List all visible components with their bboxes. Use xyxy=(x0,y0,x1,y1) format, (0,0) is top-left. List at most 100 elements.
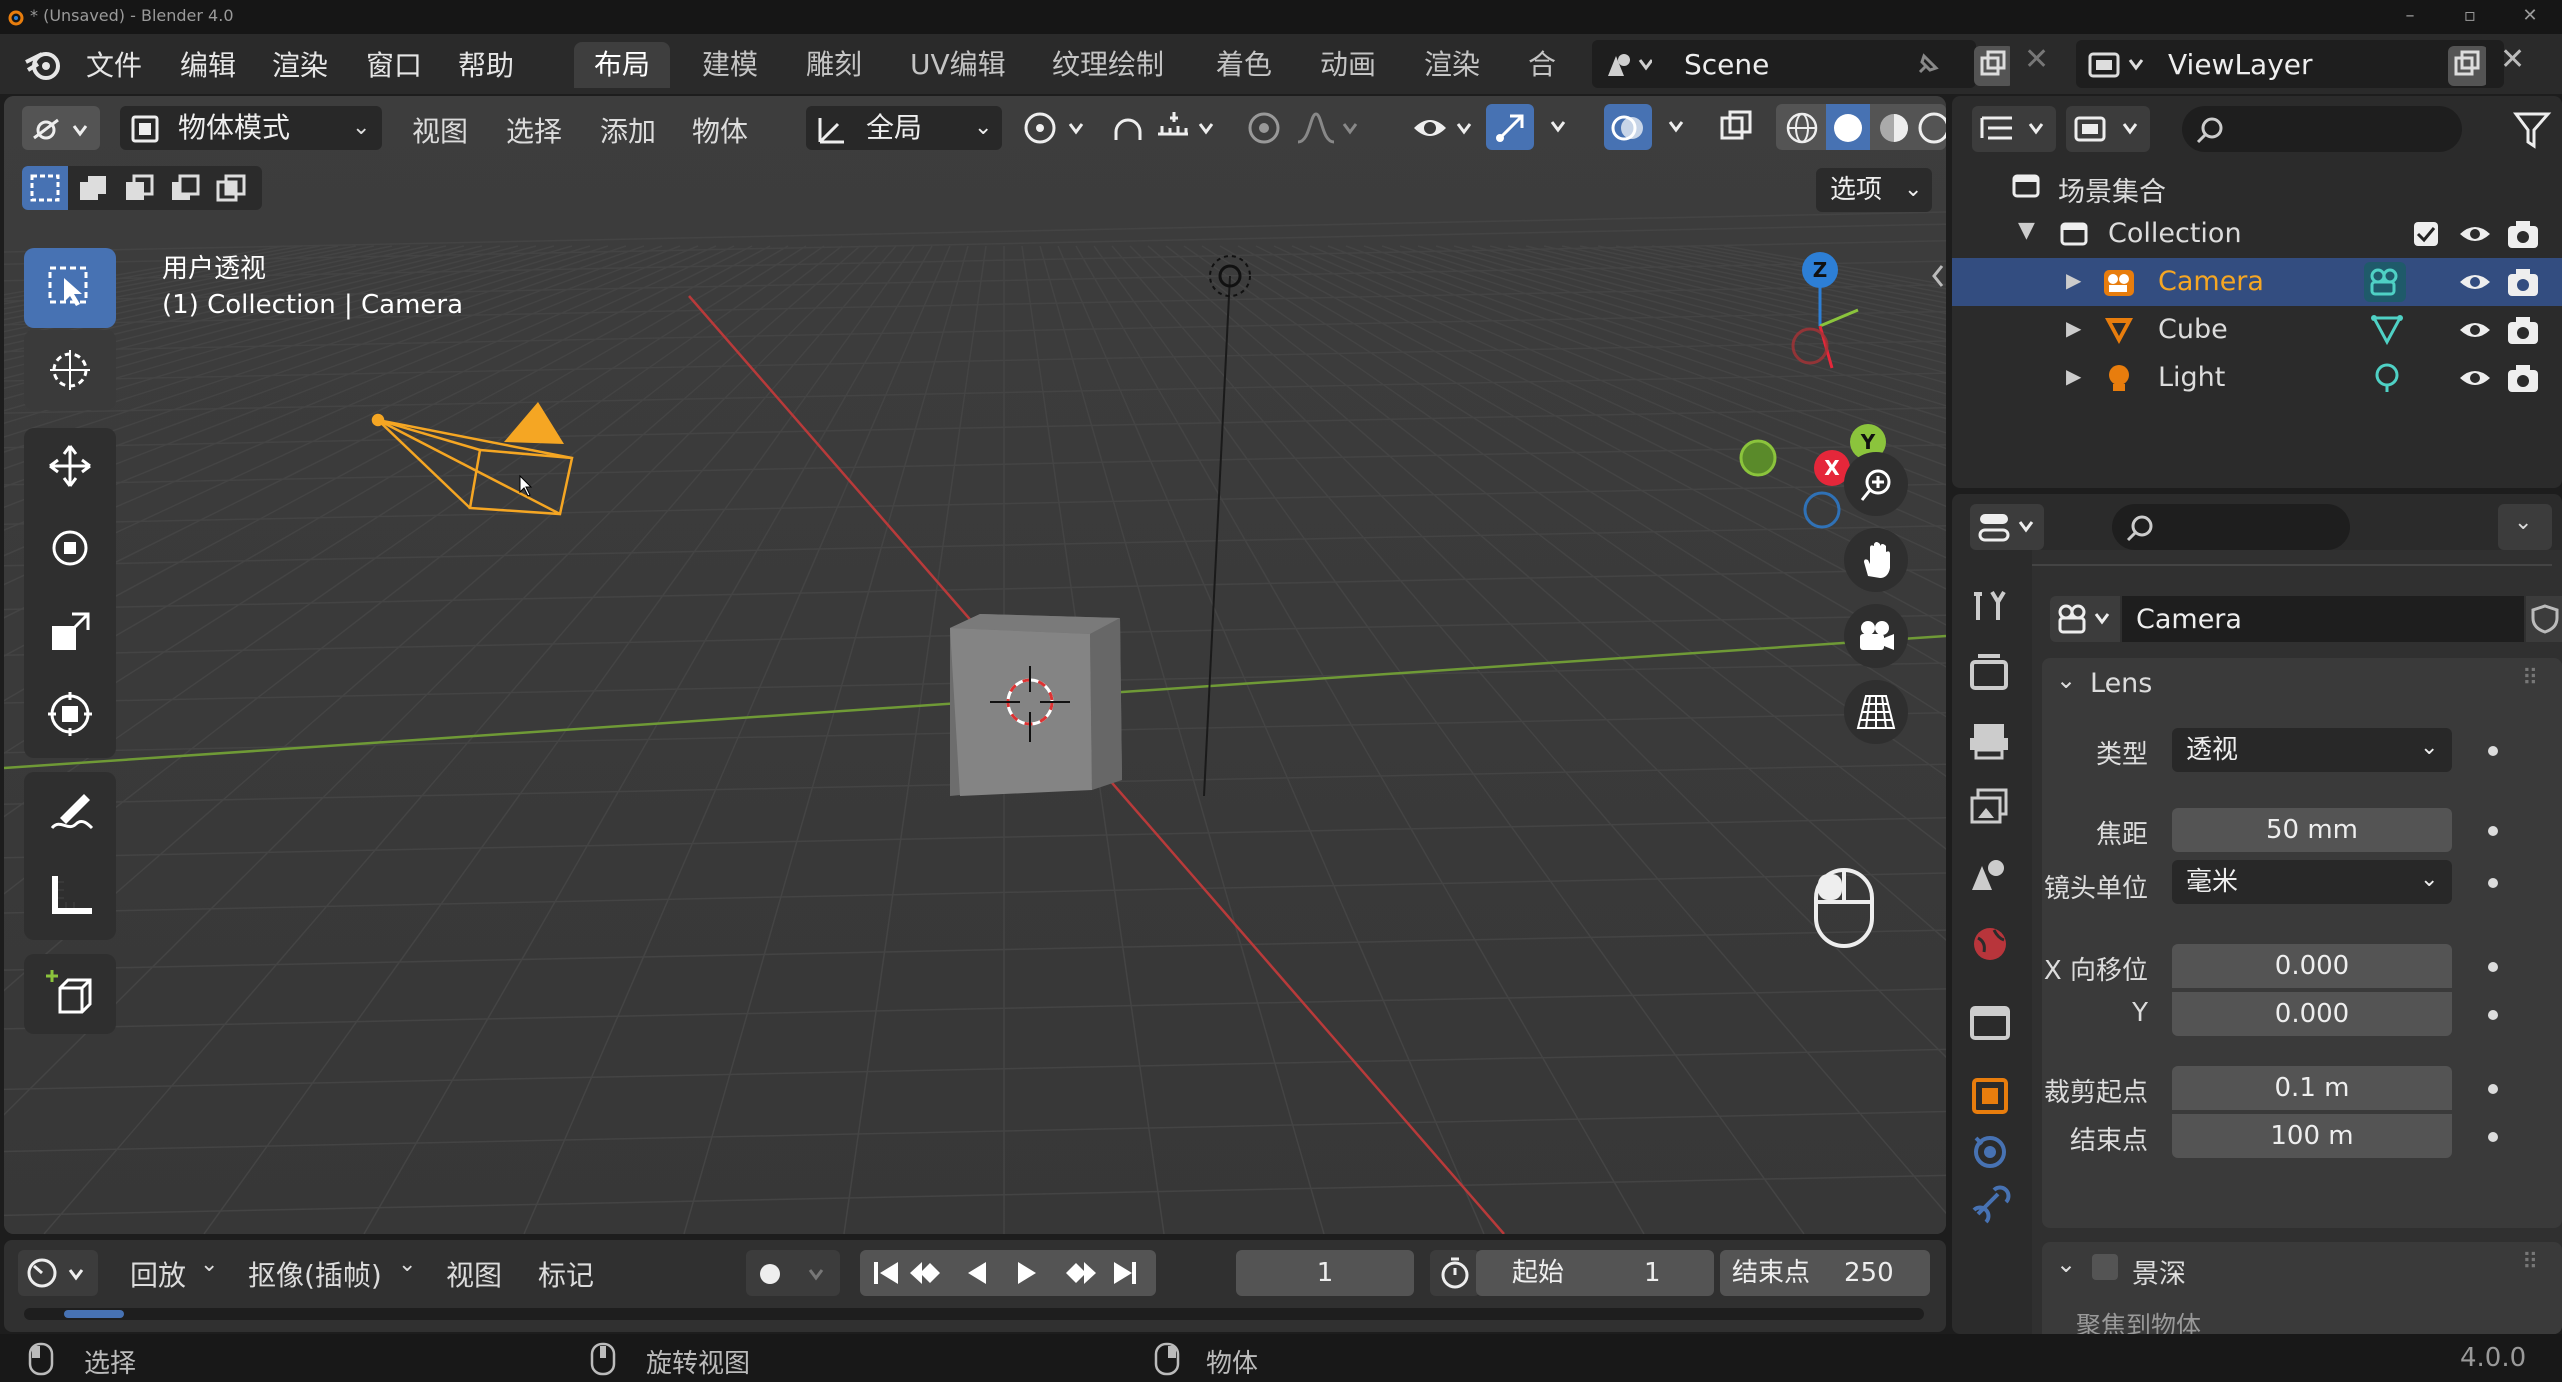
tool-tab-icon[interactable] xyxy=(1964,580,2016,632)
editor-type-button[interactable] xyxy=(22,106,100,150)
animate-property-dot[interactable] xyxy=(2488,826,2498,836)
prev-keyframe-icon[interactable] xyxy=(910,1262,940,1284)
output-tab-icon[interactable] xyxy=(1964,716,2016,768)
scene-tab-icon[interactable] xyxy=(1964,850,2016,902)
next-keyframe-icon[interactable] xyxy=(1066,1262,1096,1284)
timeline-scrubber[interactable] xyxy=(24,1308,1924,1320)
lens-panel-header[interactable]: ⌄ Lens ⠿ xyxy=(2042,658,2562,710)
cube-object[interactable] xyxy=(950,614,1122,796)
shift-x-field[interactable]: 0.000 xyxy=(2172,944,2452,988)
eye-icon[interactable] xyxy=(2458,364,2492,392)
close-window-button[interactable]: ✕ xyxy=(2510,2,2550,30)
shift-y-field[interactable]: 0.000 xyxy=(2172,992,2452,1036)
move-icon[interactable] xyxy=(46,442,94,490)
minimize-button[interactable]: – xyxy=(2390,2,2430,30)
drag-handle-icon[interactable]: ⠿ xyxy=(2522,666,2538,691)
orientation-dropdown[interactable]: 全局 ⌄ xyxy=(806,106,1002,150)
expand-arrow-icon[interactable]: ▶ xyxy=(2066,268,2081,292)
properties-search-input[interactable] xyxy=(2112,504,2350,550)
menu-window[interactable]: 窗口 xyxy=(366,44,422,84)
transform-icon[interactable] xyxy=(46,690,94,738)
view-layer-tab-icon[interactable] xyxy=(1964,782,2016,834)
pivot-point-icon[interactable] xyxy=(1020,108,1090,148)
expand-arrow-icon[interactable]: ▶ xyxy=(2066,316,2081,340)
outliner-row-camera[interactable]: ▶ Camera xyxy=(1952,258,2562,306)
animate-property-dot[interactable] xyxy=(2488,1010,2498,1020)
timeline-editor-type-button[interactable] xyxy=(18,1250,98,1296)
menu-select[interactable]: 选择 xyxy=(506,110,562,150)
mode-dropdown[interactable]: 物体模式 ⌄ xyxy=(120,106,382,150)
menu-file[interactable]: 文件 xyxy=(86,44,142,84)
menu-marker[interactable]: 标记 xyxy=(538,1254,594,1294)
select-box-tool[interactable] xyxy=(24,248,116,328)
drag-handle-icon[interactable]: ⠿ xyxy=(2522,1250,2538,1275)
menu-help[interactable]: 帮助 xyxy=(458,44,514,84)
light-data-icon[interactable] xyxy=(2370,362,2404,394)
physics-tab-icon[interactable] xyxy=(1964,1126,2016,1178)
menu-timeline-view[interactable]: 视图 xyxy=(446,1254,502,1294)
animate-property-dot[interactable] xyxy=(2488,962,2498,972)
camera-render-icon[interactable] xyxy=(2506,314,2540,346)
animate-property-dot[interactable] xyxy=(2488,746,2498,756)
lens-unit-dropdown[interactable]: 毫米 ⌄ xyxy=(2172,860,2452,904)
play-reverse-icon[interactable] xyxy=(968,1262,986,1284)
tab-modeling[interactable]: 建模 xyxy=(682,42,778,88)
zoom-button[interactable] xyxy=(1844,452,1908,516)
perspective-toggle-button[interactable] xyxy=(1844,680,1908,744)
visibility-icon[interactable] xyxy=(1410,108,1480,148)
tab-shading[interactable]: 着色 xyxy=(1196,42,1292,88)
jump-start-icon[interactable] xyxy=(874,1262,898,1284)
playhead[interactable] xyxy=(64,1310,124,1318)
xray-icon[interactable] xyxy=(1716,108,1756,148)
object-tab-icon[interactable] xyxy=(1964,1070,2016,1122)
maximize-button[interactable]: ▫ xyxy=(2450,2,2490,30)
scene-selector[interactable]: Scene xyxy=(1592,40,1976,88)
tab-uv-editing[interactable]: UV编辑 xyxy=(890,42,1026,88)
tab-animation[interactable]: 动画 xyxy=(1300,42,1396,88)
frame-start-field[interactable]: 起始 1 xyxy=(1476,1250,1714,1296)
falloff-icon[interactable] xyxy=(1294,108,1364,148)
select-extend-icon[interactable] xyxy=(76,172,110,204)
camera-data-name-field[interactable]: Camera xyxy=(2122,596,2524,642)
eye-icon[interactable] xyxy=(2458,220,2492,248)
clip-start-field[interactable]: 0.1 m xyxy=(2172,1066,2452,1110)
camera-render-icon[interactable] xyxy=(2506,362,2540,394)
eye-icon[interactable] xyxy=(2458,316,2492,344)
animate-property-dot[interactable] xyxy=(2488,1132,2498,1142)
data-type-dropdown[interactable] xyxy=(2050,596,2120,642)
tab-layout[interactable]: 布局 xyxy=(574,42,671,88)
animate-property-dot[interactable] xyxy=(2488,878,2498,888)
measure-icon[interactable] xyxy=(46,872,98,920)
constraints-tab-icon[interactable] xyxy=(1964,1180,2016,1232)
select-intersect-icon[interactable] xyxy=(214,172,248,204)
rotate-icon[interactable] xyxy=(46,524,94,572)
play-icon[interactable] xyxy=(1018,1262,1036,1284)
menu-playback[interactable]: 回放 xyxy=(130,1254,186,1294)
auto-keying-button[interactable] xyxy=(746,1250,840,1296)
expand-arrow-icon[interactable]: ▼ xyxy=(2018,218,2035,243)
tab-texture-paint[interactable]: 纹理绘制 xyxy=(1032,42,1184,88)
gizmo-toggle-button[interactable] xyxy=(1486,104,1570,150)
menu-edit[interactable]: 编辑 xyxy=(180,44,236,84)
menu-view[interactable]: 视图 xyxy=(412,110,468,150)
preview-range-button[interactable] xyxy=(1430,1250,1480,1296)
pin-icon[interactable] xyxy=(1912,50,1942,80)
pan-button[interactable] xyxy=(1844,528,1908,592)
annotate-icon[interactable] xyxy=(46,788,98,836)
frame-end-field[interactable]: 结束点 250 xyxy=(1720,1250,1930,1296)
outliner-row-cube[interactable]: ▶ Cube xyxy=(1952,306,2562,354)
render-tab-icon[interactable] xyxy=(1964,648,2016,700)
navigation-gizmo[interactable]: Z Y X xyxy=(1718,246,1938,546)
collection-tab-icon[interactable] xyxy=(1964,996,2016,1048)
delete-scene-icon[interactable]: ✕ xyxy=(2024,42,2049,77)
material-shading-icon[interactable] xyxy=(1876,110,1912,146)
checkbox-icon[interactable] xyxy=(2412,220,2440,248)
snap-increment-icon[interactable] xyxy=(1154,108,1224,148)
menu-keying[interactable]: 抠像(插帧) xyxy=(248,1254,382,1294)
outliner-editor-type-button[interactable] xyxy=(1972,106,2056,152)
properties-options-button[interactable]: ⌄ xyxy=(2498,504,2552,550)
overlays-toggle-button[interactable] xyxy=(1604,104,1688,150)
proportional-edit-icon[interactable] xyxy=(1244,108,1284,148)
cursor-tool[interactable] xyxy=(24,330,116,410)
snap-icon[interactable] xyxy=(1108,108,1148,148)
